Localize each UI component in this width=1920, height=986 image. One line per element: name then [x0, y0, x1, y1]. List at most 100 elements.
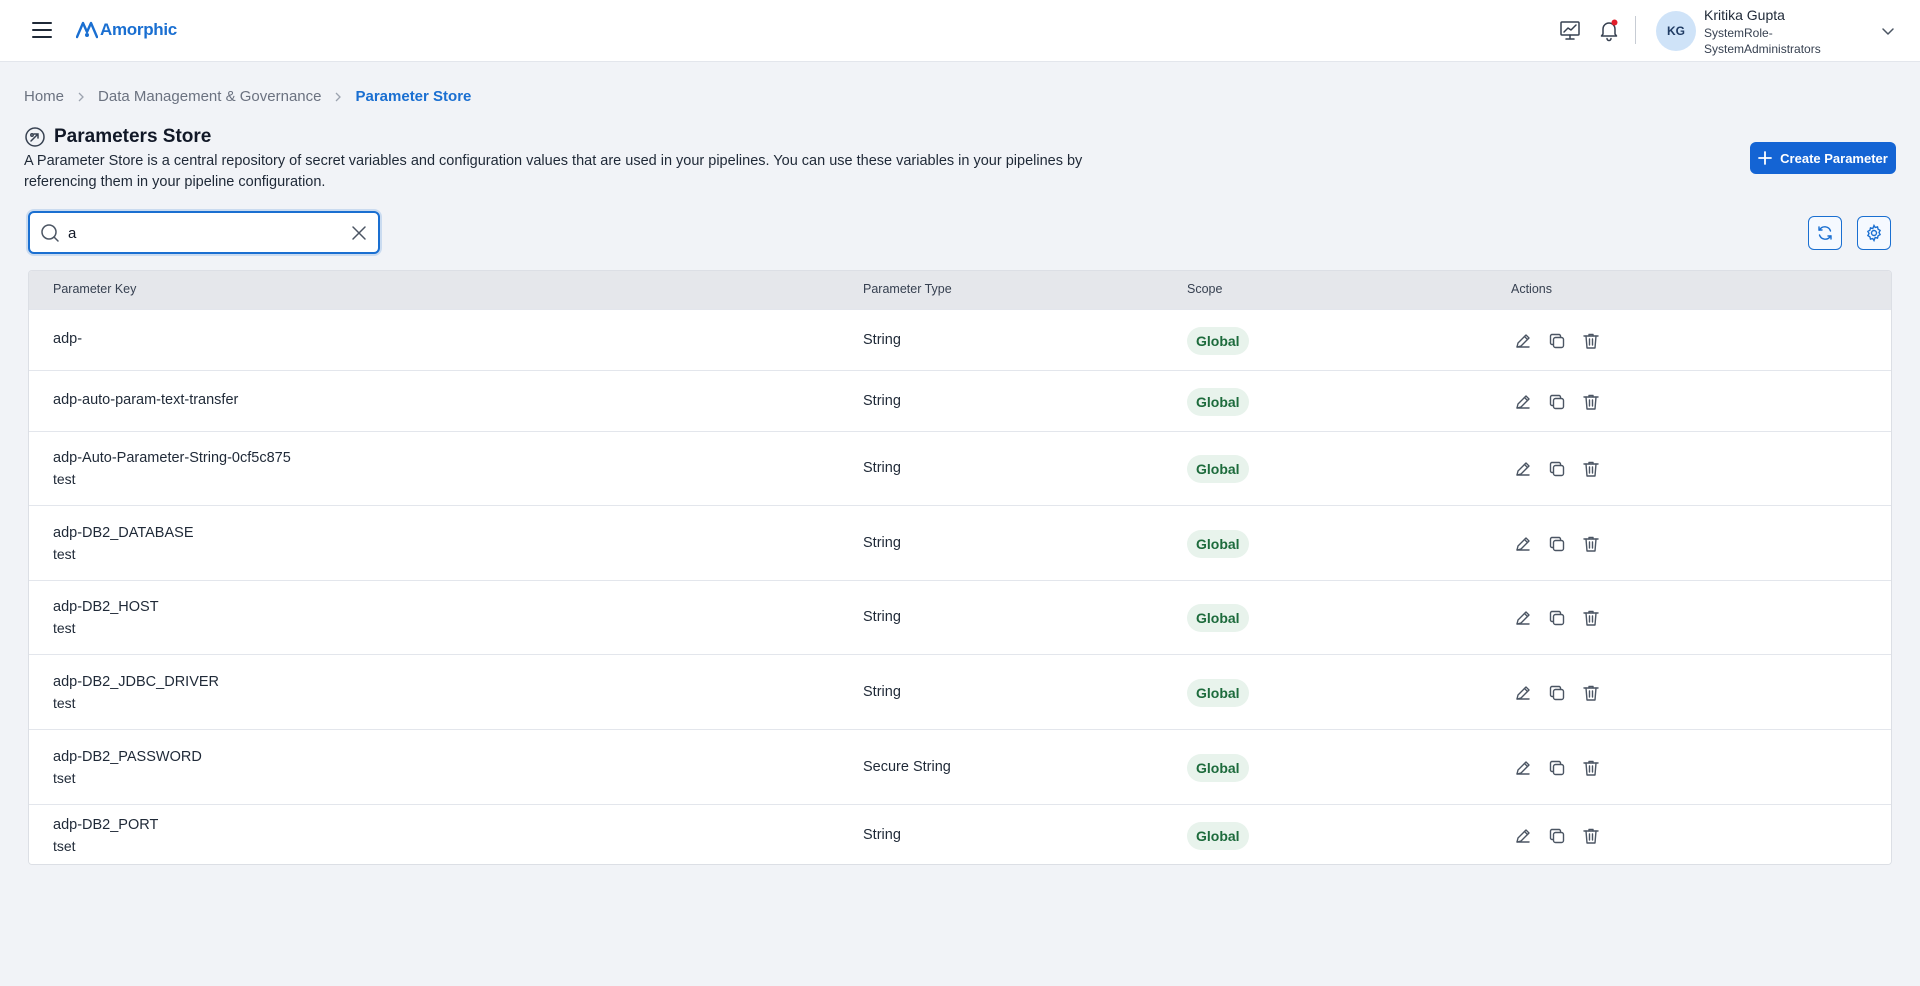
- copy-icon[interactable]: [1547, 758, 1567, 778]
- table-row[interactable]: adp-DB2_DATABASE test String Global: [29, 505, 1891, 580]
- settings-icon: [1866, 224, 1882, 242]
- copy-icon[interactable]: [1547, 826, 1567, 846]
- edit-icon[interactable]: [1513, 826, 1533, 846]
- refresh-icon: [1818, 226, 1832, 240]
- menu-icon[interactable]: [30, 20, 54, 40]
- scope-badge: Global: [1187, 529, 1249, 558]
- breadcrumb-home[interactable]: Home: [24, 88, 64, 105]
- scope-badge: Global: [1187, 753, 1249, 782]
- copy-icon[interactable]: [1547, 608, 1567, 628]
- parameter-key[interactable]: adp-DB2_HOST: [53, 599, 159, 615]
- delete-icon[interactable]: [1581, 392, 1601, 412]
- row-actions: [1513, 331, 1601, 351]
- parameter-key[interactable]: adp-DB2_JDBC_DRIVER: [53, 674, 219, 690]
- search-field: [28, 211, 380, 254]
- page-header: Parameters Store: [24, 126, 211, 148]
- parameter-key[interactable]: adp-DB2_PASSWORD: [53, 749, 202, 765]
- app-name: Amorphic: [100, 20, 177, 39]
- delete-icon[interactable]: [1581, 459, 1601, 479]
- parameter-type: String: [863, 609, 901, 625]
- search-input[interactable]: [68, 221, 338, 245]
- parameter-key[interactable]: adp-DB2_DATABASE: [53, 525, 194, 541]
- scope-badge: Global: [1187, 604, 1249, 632]
- chevron-right-icon: [336, 92, 342, 101]
- scope-badge: Global: [1187, 387, 1249, 416]
- bell-icon[interactable]: [1597, 18, 1621, 42]
- table-row[interactable]: adp- String Global: [29, 309, 1891, 370]
- parameter-key[interactable]: adp-DB2_PORT: [53, 817, 158, 833]
- parameter-description: test: [53, 620, 76, 636]
- table-row[interactable]: adp-DB2_PASSWORDtset Secure String Global: [29, 729, 1891, 804]
- copy-icon[interactable]: [1547, 683, 1567, 703]
- copy-icon[interactable]: [1547, 392, 1567, 412]
- column-header-scope[interactable]: Scope: [1187, 282, 1222, 296]
- copy-icon[interactable]: [1547, 331, 1567, 351]
- avatar[interactable]: KG: [1656, 11, 1696, 51]
- column-header-actions: Actions: [1511, 282, 1552, 296]
- user-role: SystemRole-SystemAdministrators: [1704, 26, 1821, 56]
- settings-button[interactable]: [1857, 216, 1891, 250]
- chevron-down-icon[interactable]: [1880, 23, 1896, 39]
- parameter-description: tset: [53, 838, 76, 854]
- breadcrumb: Home Data Management & Governance Parame…: [24, 88, 471, 105]
- header-divider: [1635, 16, 1636, 44]
- parameter-key[interactable]: adp-: [53, 331, 82, 347]
- delete-icon[interactable]: [1581, 683, 1601, 703]
- edit-icon[interactable]: [1513, 392, 1533, 412]
- breadcrumb-current: Parameter Store: [355, 88, 472, 105]
- table-row[interactable]: adp-DB2_PORT tset String Global: [29, 804, 1891, 864]
- parameter-description: test: [53, 694, 76, 711]
- parameter-type: Secure String: [863, 758, 951, 775]
- delete-icon[interactable]: [1581, 758, 1601, 778]
- edit-icon[interactable]: [1513, 534, 1533, 554]
- delete-icon[interactable]: [1581, 331, 1601, 351]
- edit-icon[interactable]: [1513, 683, 1533, 703]
- delete-icon[interactable]: [1581, 826, 1601, 846]
- table-row[interactable]: adp-auto-param-text-transfer String Global: [29, 370, 1891, 431]
- column-header-type[interactable]: Parameter Type: [863, 282, 952, 296]
- parameter-key[interactable]: adp-auto-param-text-transfer: [53, 392, 238, 408]
- page-description: A Parameter Store is a central repositor…: [24, 153, 1083, 190]
- row-actions: [1513, 683, 1601, 703]
- create-parameter-button[interactable]: Create Parameter: [1750, 142, 1896, 174]
- row-actions: [1513, 608, 1601, 628]
- edit-icon[interactable]: [1513, 758, 1533, 778]
- delete-icon[interactable]: [1581, 534, 1601, 554]
- app-logo[interactable]: Amorphic: [76, 17, 177, 43]
- plus-icon: [1758, 151, 1773, 165]
- parameter-type: String: [863, 460, 901, 476]
- row-actions: [1513, 392, 1601, 412]
- copy-icon[interactable]: [1547, 459, 1567, 479]
- create-parameter-label: Create Parameter: [1780, 150, 1888, 166]
- table-row[interactable]: adp-DB2_HOSTtest String Global: [29, 580, 1891, 654]
- parameter-type: String: [863, 331, 901, 348]
- column-header-key[interactable]: Parameter Key: [53, 282, 136, 296]
- table-row[interactable]: adp-DB2_JDBC_DRIVERtest String Global: [29, 654, 1891, 729]
- close-icon[interactable]: [350, 224, 368, 242]
- parameter-type: String: [863, 534, 901, 551]
- parameter-type: String: [863, 827, 901, 843]
- monitor-chart-icon[interactable]: [1558, 18, 1582, 42]
- parameter-key[interactable]: adp-Auto-Parameter-String-0cf5c875: [53, 450, 291, 466]
- refresh-button[interactable]: [1808, 216, 1842, 250]
- edit-icon[interactable]: [1513, 331, 1533, 351]
- row-actions: [1513, 826, 1601, 846]
- search-icon: [41, 224, 59, 242]
- chevron-right-icon: [78, 92, 84, 101]
- edit-icon[interactable]: [1513, 608, 1533, 628]
- edit-icon[interactable]: [1513, 459, 1533, 479]
- user-name[interactable]: Kritika Gupta: [1704, 7, 1785, 23]
- scope-badge: Global: [1187, 326, 1249, 355]
- row-actions: [1513, 459, 1601, 479]
- delete-icon[interactable]: [1581, 608, 1601, 628]
- copy-icon[interactable]: [1547, 534, 1567, 554]
- parameter-type: String: [863, 683, 901, 700]
- breadcrumb-data-management[interactable]: Data Management & Governance: [98, 88, 321, 105]
- parameter-description: tset: [53, 769, 76, 786]
- scope-badge: Global: [1187, 678, 1249, 707]
- parameter-type: String: [863, 392, 901, 409]
- parameters-icon: [25, 127, 45, 147]
- amorphic-logo-icon: [76, 21, 98, 39]
- page-title: Parameters Store: [54, 126, 212, 147]
- table-row[interactable]: adp-Auto-Parameter-String-0cf5c875 test St…: [29, 431, 1891, 505]
